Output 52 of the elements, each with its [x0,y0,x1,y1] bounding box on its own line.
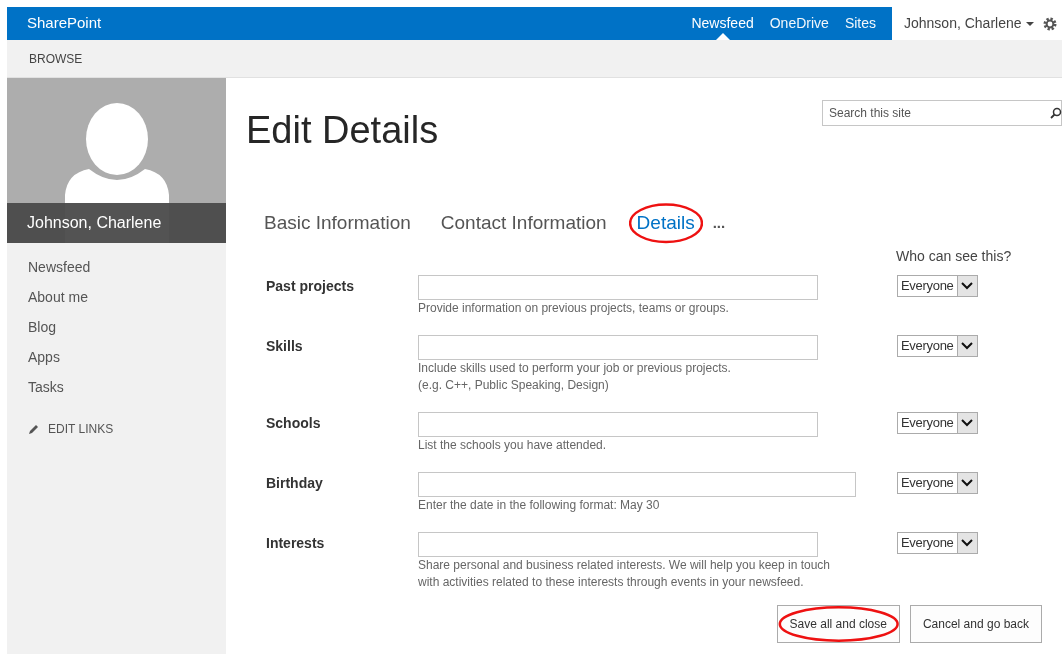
field-hint: Enter the date in the following format: May 30 [418,496,661,514]
settings-icon[interactable] [1042,15,1058,32]
field-label: Schools [266,413,322,433]
field-hint: Provide information on previous projects, teams or groups. [418,299,730,317]
nav-link[interactable]: Sites [836,7,884,40]
chevron-down-icon [956,275,977,296]
visibility-dropdown[interactable]: Everyone [897,274,978,297]
field-hint: (e.g. C++, Public Speaking, Design) [418,376,610,394]
field-hint: List the schools you have attended. [418,436,608,454]
chevron-down-icon [956,472,977,493]
tab[interactable]: Contact Information [432,203,615,244]
nav-link[interactable]: OneDrive [761,7,837,40]
text-input[interactable] [418,471,856,497]
field-label: Birthday [266,473,324,493]
chevron-down-icon [956,335,977,356]
caret-icon [1025,21,1034,26]
more-tabs-link[interactable]: ... [712,212,726,235]
field-label: Past projects [266,276,355,296]
text-input[interactable] [418,274,818,300]
search-field[interactable]: Search this site [822,100,1062,126]
sidebar-link[interactable]: Newsfeed [28,258,226,277]
text-input[interactable] [418,531,818,557]
field-hint: Include skills used to perform your job or previous projects. [418,359,732,377]
chevron-down-icon [956,532,977,553]
form-button[interactable]: Cancel and go back [909,604,1042,643]
form-button[interactable]: Save all and close [776,604,900,643]
visibility-dropdown[interactable]: Everyone [897,334,978,357]
brand-name[interactable]: SharePoint [27,12,102,35]
pencil-icon [28,423,40,435]
text-input[interactable] [418,411,818,437]
tab[interactable]: Details [628,203,703,244]
text-input[interactable] [418,334,818,360]
sidebar-link[interactable]: Apps [28,348,226,367]
visibility-dropdown[interactable]: Everyone [897,471,978,494]
visibility-dropdown[interactable]: Everyone [897,411,978,434]
search-icon[interactable] [1050,107,1062,119]
sidebar-link[interactable]: Tasks [28,378,226,397]
field-label: Interests [266,533,326,553]
field-hint: Share personal and business related interests. We will help you keep in touch [418,556,832,574]
visibility-dropdown[interactable]: Everyone [897,531,978,554]
field-hint: with activities related to these interests through events in your newsfeed. [418,573,805,591]
tab[interactable]: Basic Information [256,203,419,244]
browse-tab[interactable]: BROWSE [29,49,83,68]
profile-name: Johnson, Charlene [27,213,162,233]
edit-links-link[interactable]: EDIT LINKS [48,420,114,438]
sidebar-link[interactable]: About me [28,288,226,307]
user-menu[interactable]: Johnson, Charlene [904,13,1022,34]
visibility-header: Who can see this? [896,246,1013,266]
chevron-down-icon [956,412,977,433]
field-label: Skills [266,336,304,356]
sidebar-link[interactable]: Blog [28,318,226,337]
page-title: Edit Details [246,108,439,153]
